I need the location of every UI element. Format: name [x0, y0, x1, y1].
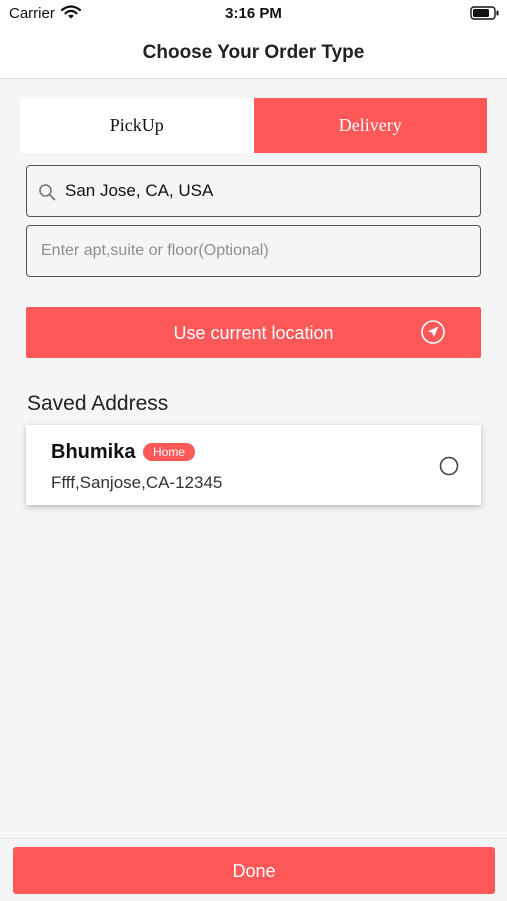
saved-address-card[interactable]: Bhumika Home Ffff,Sanjose,CA-12345 — [26, 425, 481, 505]
search-icon — [39, 184, 56, 201]
nav-header: Choose Your Order Type — [0, 28, 507, 79]
address-search-box — [26, 165, 481, 217]
address-search-input[interactable] — [63, 166, 473, 216]
radio-unselected-icon[interactable] — [439, 456, 459, 476]
use-current-location-label: Use current location — [173, 323, 334, 343]
done-label: Done — [232, 861, 276, 881]
navigation-arrow-icon — [421, 320, 445, 344]
page-title: Choose Your Order Type — [142, 42, 365, 63]
saved-address-heading: Saved Address — [27, 392, 169, 415]
apt-field-box — [26, 225, 481, 277]
clock: 3:16 PM — [225, 5, 282, 22]
use-current-location-button[interactable]: Use current location — [26, 307, 481, 358]
address-type-badge: Home — [143, 443, 196, 461]
apt-suite-input[interactable] — [39, 226, 469, 276]
tab-delivery[interactable]: Delivery — [253, 98, 487, 153]
battery-icon — [470, 6, 499, 20]
status-bar: Carrier 3:16 PM — [0, 0, 507, 28]
address-name: Bhumika — [51, 441, 136, 463]
tab-pickup[interactable]: PickUp — [20, 98, 254, 153]
done-button[interactable]: Done — [13, 847, 495, 894]
address-line: Ffff,Sanjose,CA-12345 — [51, 473, 223, 492]
order-type-tabs: PickUp Delivery — [20, 98, 487, 153]
